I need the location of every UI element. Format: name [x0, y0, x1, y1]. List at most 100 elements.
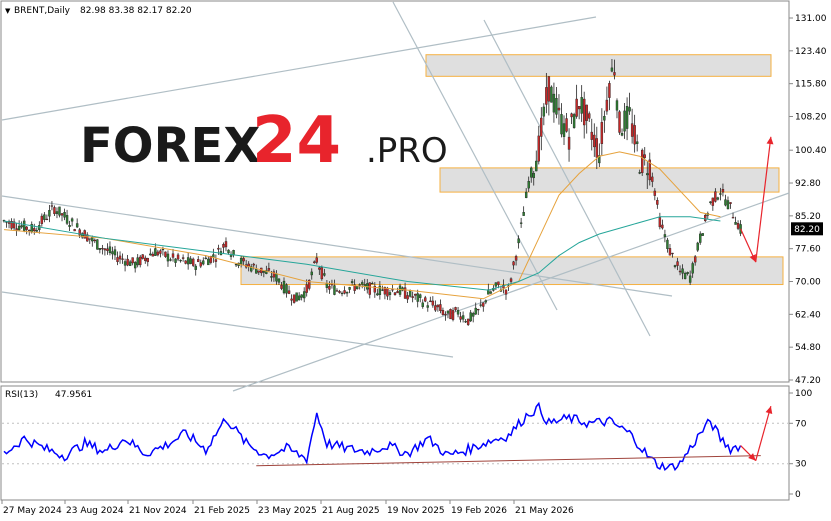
candle-body: [202, 260, 205, 265]
candle-body: [638, 172, 641, 174]
candle-body: [608, 83, 611, 98]
candle-body: [65, 215, 69, 224]
candle-body: [292, 294, 296, 303]
candle-body: [641, 149, 644, 174]
candle-body: [70, 218, 74, 222]
candle-body: [371, 283, 374, 285]
collapse-arrow-icon[interactable]: ▼: [5, 7, 11, 15]
candle-body: [704, 215, 707, 222]
candle-body: [48, 210, 51, 217]
price-tick-label: 108.20: [795, 112, 827, 122]
candle-body: [343, 290, 346, 294]
candle-body: [550, 86, 553, 103]
candle-body: [176, 254, 180, 260]
candle-body: [285, 284, 288, 294]
candle-body: [444, 313, 447, 316]
candle-body: [459, 316, 462, 320]
candle-body: [643, 154, 646, 158]
candle-body: [133, 262, 137, 269]
price-tick-label: 54.80: [795, 343, 821, 353]
candle-body: [305, 284, 308, 293]
candle-body: [222, 244, 225, 248]
candle-body: [101, 248, 104, 250]
candle-body: [605, 99, 609, 112]
last-price-value: 82.20: [794, 225, 820, 235]
candle-body: [323, 273, 326, 276]
candle-body: [118, 255, 122, 260]
candle-body: [315, 257, 318, 263]
candle-body: [542, 106, 546, 117]
candle-body: [214, 259, 218, 262]
candle-body: [449, 309, 452, 320]
candle-body: [406, 295, 409, 300]
candle-body: [595, 138, 599, 158]
price-tick-label: 47.20: [795, 376, 821, 386]
candle-body: [522, 212, 525, 216]
candle-body: [68, 225, 71, 227]
rsi-tick-label: 0: [795, 490, 801, 500]
candle-body: [527, 181, 530, 189]
candle-body: [630, 123, 634, 137]
candle-body: [514, 256, 518, 261]
chart: FOREX 24 .PRO 131.00 123.40 115.80 108.20 10…: [0, 0, 827, 516]
candle-body: [699, 233, 702, 243]
candle-body: [345, 291, 349, 294]
candle-body: [60, 213, 64, 216]
candle-body: [734, 222, 737, 225]
candle-body: [141, 254, 144, 259]
candle-body: [242, 258, 245, 262]
candle-body: [721, 189, 725, 193]
candle-body: [439, 304, 442, 311]
candle-body: [711, 197, 715, 206]
candle-body: [217, 247, 220, 250]
candle-body: [623, 110, 626, 132]
candle-body: [555, 98, 558, 115]
candle-body: [267, 268, 271, 271]
candle-body: [355, 285, 359, 290]
candle-body: [666, 239, 669, 249]
candle-body: [560, 114, 563, 135]
candle-body: [43, 214, 46, 220]
candle-body: [227, 249, 230, 254]
candle-body: [451, 310, 455, 320]
candle-body: [436, 304, 440, 308]
candle-body: [562, 123, 566, 137]
candle-body: [454, 307, 457, 310]
candle-body: [28, 229, 31, 232]
candle-body: [58, 206, 61, 216]
candle-body: [149, 253, 152, 256]
time-tick-label: 21 Feb 2025: [194, 506, 250, 516]
candle-body: [686, 272, 689, 274]
candle-body: [545, 87, 548, 105]
candle-body: [593, 134, 596, 148]
candle-body: [509, 278, 513, 282]
candle-body: [270, 276, 273, 278]
candle-body: [144, 257, 147, 261]
candle-body: [128, 261, 132, 266]
candle-body: [421, 302, 424, 307]
candle-body: [391, 289, 394, 291]
candle-body: [656, 200, 659, 205]
candle-body: [297, 295, 301, 301]
candle-body: [156, 251, 160, 256]
time-tick-label: 27 May 2024: [3, 506, 62, 516]
candle-body: [701, 233, 704, 236]
candle-body: [207, 258, 210, 266]
candle-body: [736, 223, 740, 229]
time-tick-label: 23 May 2025: [258, 506, 317, 516]
candle-body: [55, 211, 59, 214]
candle-body: [557, 107, 561, 111]
candle-body: [651, 176, 654, 182]
time-tick-label: 21 May 2026: [515, 506, 574, 516]
candle-body: [361, 282, 364, 285]
candle-body: [106, 248, 109, 251]
candle-body: [585, 104, 588, 121]
candle-body: [179, 259, 182, 262]
candle-body: [159, 250, 162, 254]
candle-body: [577, 106, 581, 110]
candle-body: [40, 215, 44, 224]
candle-body: [224, 241, 228, 248]
candle-body: [197, 259, 200, 262]
price-zone: [425, 54, 772, 77]
candle-body: [635, 141, 639, 144]
